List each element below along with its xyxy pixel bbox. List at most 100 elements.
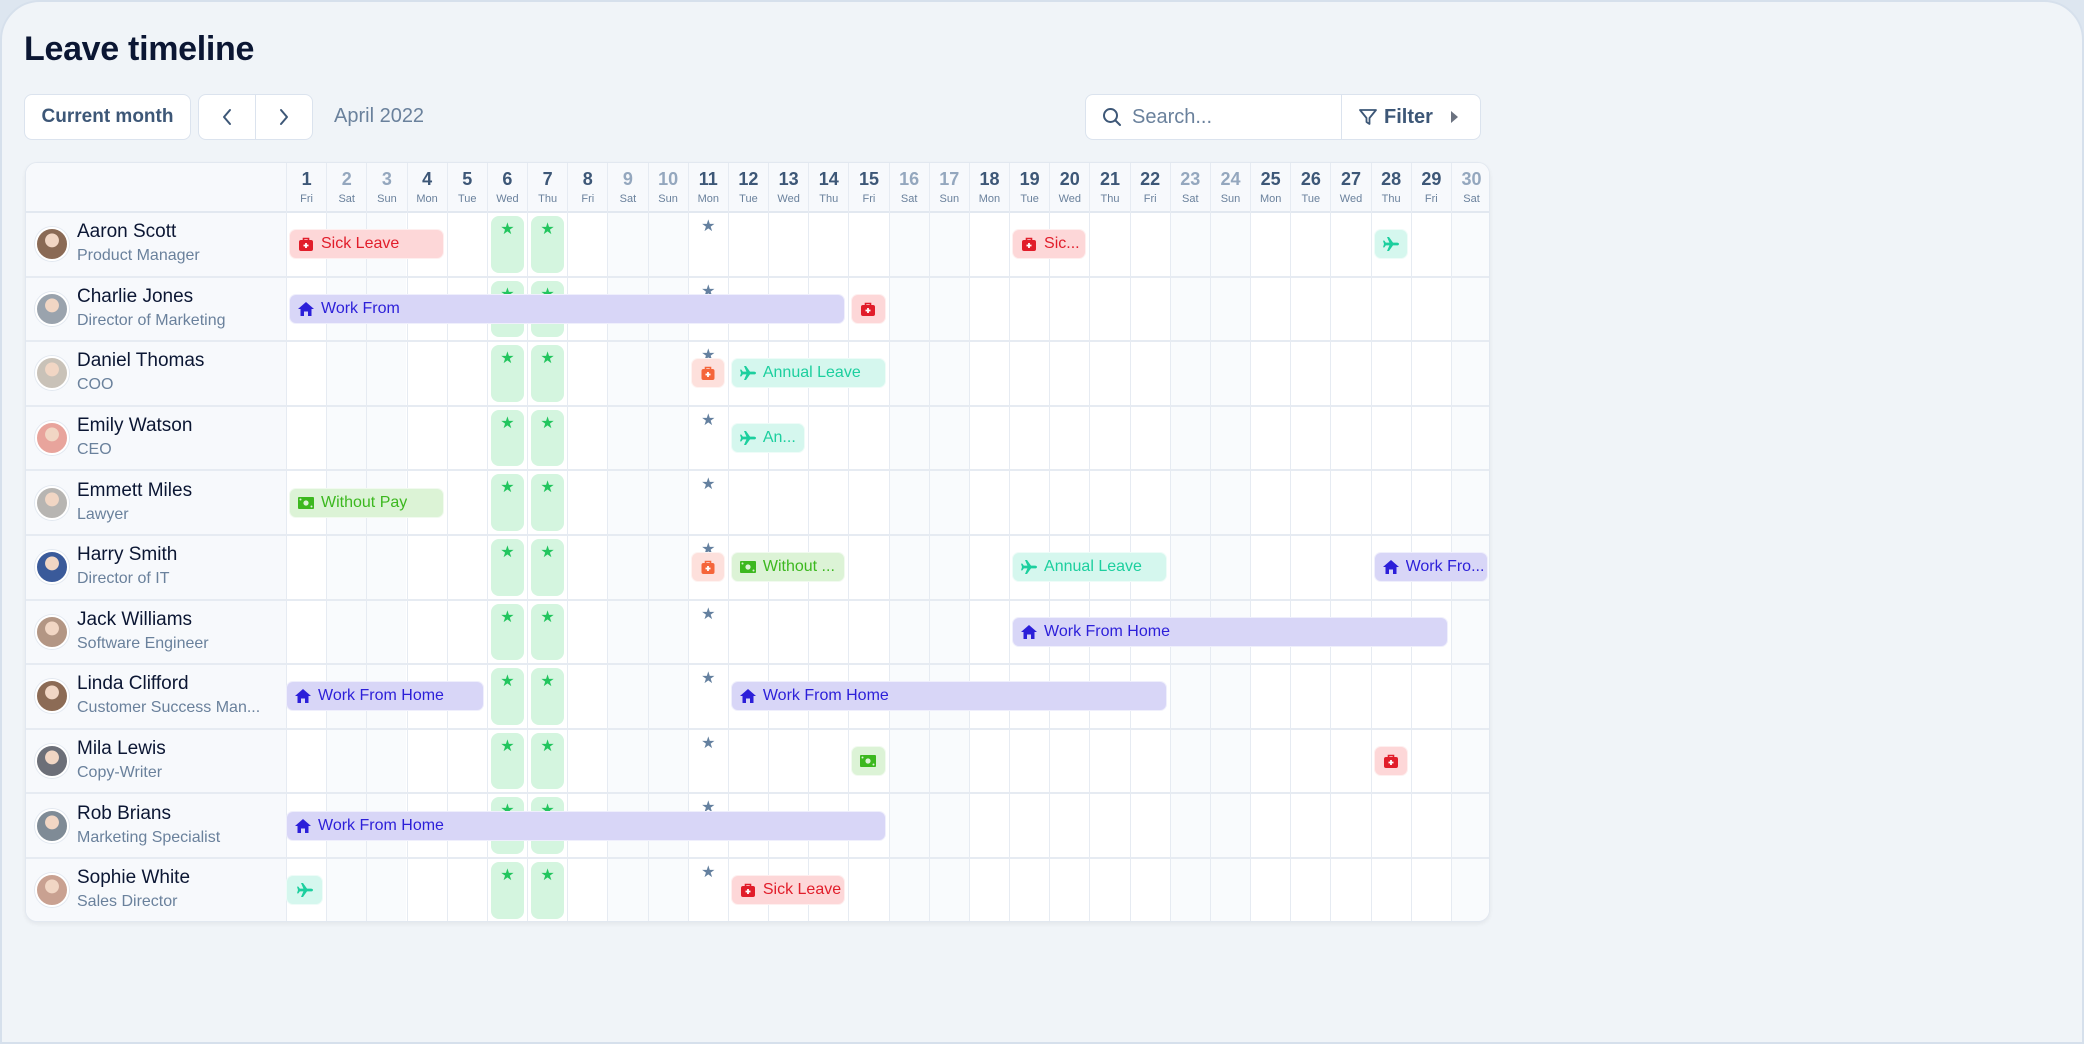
day-cell[interactable]	[1250, 729, 1290, 793]
day-cell[interactable]	[1169, 665, 1210, 728]
day-cell[interactable]	[968, 729, 1009, 793]
day-cell[interactable]	[928, 213, 969, 276]
day-cell[interactable]: ★	[527, 729, 567, 793]
day-cell[interactable]: ★	[486, 406, 527, 470]
day-cell[interactable]	[968, 406, 1009, 470]
day-cell[interactable]	[1209, 536, 1251, 599]
day-cell[interactable]	[1250, 277, 1290, 341]
day-cell[interactable]	[1049, 406, 1089, 470]
day-cell[interactable]: ★	[687, 213, 728, 276]
employee-info[interactable]: Linda Clifford Customer Success Man...	[26, 665, 286, 728]
day-cell[interactable]	[1370, 471, 1411, 534]
day-cell[interactable]	[888, 729, 929, 793]
day-cell[interactable]	[326, 600, 367, 664]
day-cell[interactable]	[1330, 406, 1370, 470]
search-field[interactable]	[1085, 94, 1341, 140]
day-cell[interactable]	[968, 213, 1009, 276]
day-cell[interactable]	[1250, 406, 1290, 470]
public-holiday-marker[interactable]: ★	[490, 862, 524, 919]
day-cell[interactable]: ★	[486, 859, 527, 921]
day-cell[interactable]	[607, 859, 648, 921]
day-cell[interactable]	[968, 277, 1009, 341]
day-cell[interactable]	[406, 859, 447, 921]
day-cell[interactable]	[1290, 729, 1330, 793]
employee-info[interactable]: Harry Smith Director of IT	[26, 536, 286, 599]
day-cell[interactable]	[567, 213, 607, 276]
day-cell[interactable]	[446, 859, 487, 921]
day-cell[interactable]	[888, 471, 929, 534]
day-cell[interactable]: ★	[486, 729, 527, 793]
employee-info[interactable]: Jack Williams Software Engineer	[26, 600, 286, 664]
day-cell[interactable]	[326, 406, 367, 470]
day-cell[interactable]	[1410, 406, 1451, 470]
day-cell[interactable]	[888, 794, 929, 857]
day-cell[interactable]: ★	[687, 859, 728, 921]
day-cell[interactable]	[1089, 342, 1129, 405]
day-cell[interactable]	[1450, 213, 1489, 276]
day-cell[interactable]	[647, 406, 688, 470]
day-cell[interactable]	[1129, 794, 1170, 857]
leave-badge-sick[interactable]: Sick Leave	[289, 229, 444, 260]
day-cell[interactable]	[286, 600, 326, 664]
day-cell[interactable]	[1049, 794, 1089, 857]
day-cell[interactable]	[1410, 729, 1451, 793]
day-cell[interactable]	[446, 342, 487, 405]
day-cell[interactable]	[1450, 600, 1489, 664]
leave-badge-sick[interactable]	[1373, 746, 1408, 777]
day-cell[interactable]	[928, 859, 969, 921]
day-cell[interactable]	[1209, 859, 1251, 921]
day-cell[interactable]	[567, 342, 607, 405]
day-cell[interactable]	[928, 794, 969, 857]
day-cell[interactable]	[1209, 729, 1251, 793]
day-cell[interactable]	[1009, 729, 1049, 793]
leave-badge-wfh[interactable]: Work Fro...	[1373, 552, 1489, 583]
day-cell[interactable]: ★	[687, 406, 728, 470]
day-cell[interactable]	[1129, 277, 1170, 341]
day-cell[interactable]	[808, 600, 848, 664]
day-cell[interactable]	[968, 859, 1009, 921]
day-cell[interactable]	[1370, 794, 1411, 857]
day-cell[interactable]: ★	[486, 342, 527, 405]
day-cell[interactable]	[366, 342, 407, 405]
day-cell[interactable]	[1290, 213, 1330, 276]
day-cell[interactable]	[1330, 213, 1370, 276]
day-cell[interactable]: ★	[486, 665, 527, 728]
employee-info[interactable]: Rob Brians Marketing Specialist	[26, 794, 286, 857]
day-cell[interactable]	[888, 342, 929, 405]
day-cell[interactable]: ★	[687, 471, 728, 534]
day-cell[interactable]	[1089, 729, 1129, 793]
day-cell[interactable]	[647, 536, 688, 599]
day-cell[interactable]	[1330, 729, 1370, 793]
day-cell[interactable]	[567, 729, 607, 793]
public-holiday-marker[interactable]: ★	[490, 474, 524, 531]
current-month-button[interactable]: Current month	[24, 94, 191, 140]
day-cell[interactable]	[446, 729, 487, 793]
day-cell[interactable]	[1330, 342, 1370, 405]
day-cell[interactable]	[848, 406, 888, 470]
day-cell[interactable]	[768, 729, 808, 793]
day-cell[interactable]	[567, 406, 607, 470]
day-cell[interactable]	[567, 600, 607, 664]
day-cell[interactable]	[446, 471, 487, 534]
employee-info[interactable]: Charlie Jones Director of Marketing	[26, 277, 286, 341]
day-cell[interactable]	[1009, 277, 1049, 341]
day-cell[interactable]	[607, 406, 648, 470]
day-cell[interactable]	[567, 665, 607, 728]
day-cell[interactable]	[1209, 794, 1251, 857]
public-holiday-marker[interactable]: ★	[531, 474, 565, 531]
day-cell[interactable]	[607, 665, 648, 728]
day-cell[interactable]	[928, 729, 969, 793]
day-cell[interactable]	[1089, 471, 1129, 534]
day-cell[interactable]	[1410, 342, 1451, 405]
public-holiday-marker[interactable]: ★	[531, 603, 565, 661]
day-cell[interactable]	[446, 213, 487, 276]
day-cell[interactable]	[1290, 665, 1330, 728]
day-cell[interactable]	[1209, 406, 1251, 470]
day-cell[interactable]	[1129, 406, 1170, 470]
day-cell[interactable]: ★	[527, 600, 567, 664]
day-cell[interactable]	[1450, 471, 1489, 534]
leave-badge-nopay[interactable]: Without Pay	[289, 487, 444, 518]
day-cell[interactable]	[1049, 729, 1089, 793]
day-cell[interactable]	[607, 729, 648, 793]
day-cell[interactable]	[1169, 213, 1210, 276]
